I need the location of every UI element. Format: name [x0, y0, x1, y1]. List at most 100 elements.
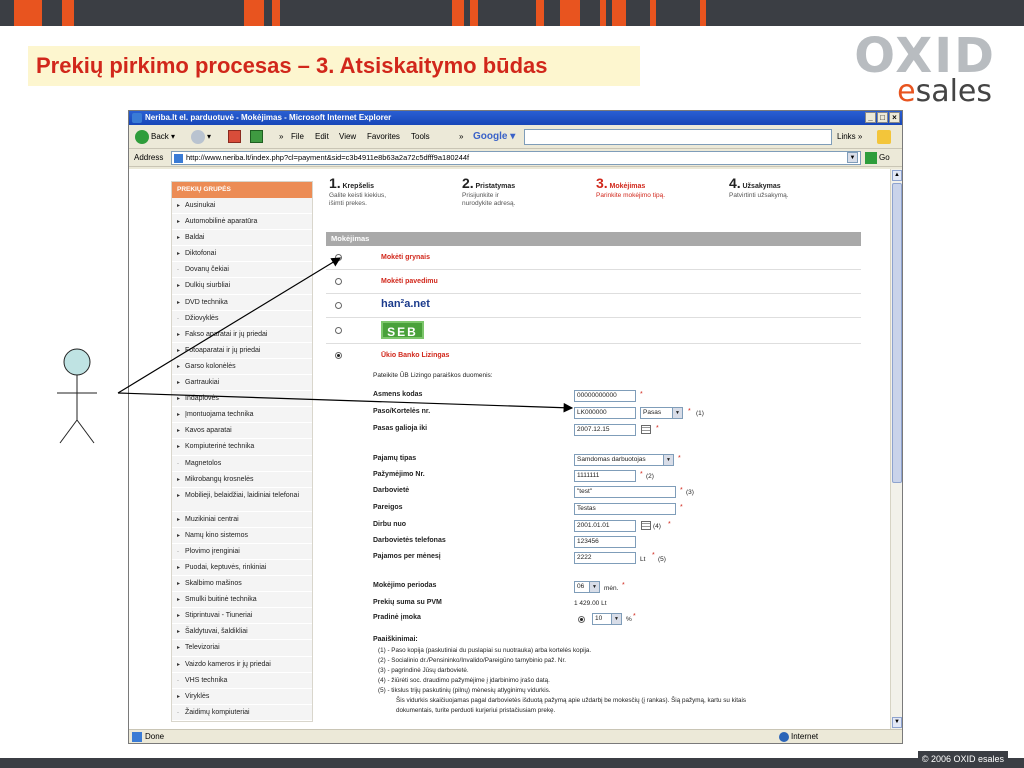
- input-pareigos[interactable]: Testas: [574, 503, 676, 515]
- category-item[interactable]: ▸ Indaplovės: [172, 391, 312, 408]
- input-pazymejimo-nr[interactable]: 1111111: [574, 470, 636, 482]
- payment-option-seb[interactable]: SEB: [326, 318, 861, 344]
- category-item[interactable]: ▸ Kompiuterinė technika: [172, 439, 312, 456]
- category-item[interactable]: ▸ Mobilieji, belaidžiai, laidiniai telefo…: [172, 488, 312, 512]
- address-dropdown-icon[interactable]: ▼: [847, 152, 858, 163]
- category-item[interactable]: ▸ Automobilinė aparatūra: [172, 214, 312, 231]
- address-input[interactable]: http://www.neriba.lt/index.php?cl=paymen…: [171, 151, 861, 165]
- transfer-radio[interactable]: [335, 278, 342, 285]
- step-basket[interactable]: 1. Krepšelis Galite keisti kiekius, išimt…: [329, 175, 459, 208]
- category-item[interactable]: · Džiovyklės: [172, 311, 312, 327]
- menu-tools[interactable]: Tools: [411, 125, 430, 149]
- category-item[interactable]: ▸ Kavos aparatai: [172, 423, 312, 440]
- select-down-payment[interactable]: 10 ▼: [592, 613, 622, 625]
- category-item[interactable]: ▸ Smulki buitinė technika: [172, 592, 312, 609]
- category-item[interactable]: ▸ Vaizdo kameros ir jų priedai: [172, 657, 312, 673]
- toolbar-chevron-icon[interactable]: »: [279, 125, 283, 149]
- category-item[interactable]: ▸ Fakso aparatai ir jų priedai: [172, 327, 312, 343]
- arrow-right-icon: ▸: [177, 492, 181, 499]
- menu-favorites[interactable]: Favorites: [367, 125, 400, 149]
- label-darbovietes-tel: Darbovietės telefonas: [373, 537, 446, 544]
- input-pajamos[interactable]: 2222: [574, 552, 636, 564]
- category-item[interactable]: ▸ Baldai: [172, 230, 312, 247]
- menu-view[interactable]: View: [339, 125, 356, 149]
- checkout-steps: 1. Krepšelis Galite keisti kiekius, išimt…: [329, 175, 869, 225]
- scroll-down-icon[interactable]: ▼: [892, 717, 902, 728]
- category-item[interactable]: ▸ Gartraukiai: [172, 375, 312, 392]
- arrow-right-icon: ▸: [177, 532, 181, 539]
- ukio-radio[interactable]: [335, 352, 342, 359]
- calendar-icon[interactable]: [641, 521, 651, 530]
- category-item[interactable]: · VHS technika: [172, 673, 312, 689]
- go-button[interactable]: Go: [865, 151, 890, 165]
- category-item[interactable]: · Žaidimų kompiuteriai: [172, 705, 312, 721]
- minimize-button[interactable]: _: [865, 112, 876, 123]
- arrow-right-icon: ▸: [177, 564, 181, 571]
- category-item[interactable]: ▸ Namų kino sistemos: [172, 528, 312, 544]
- input-paso-nr[interactable]: LK000000: [574, 407, 636, 419]
- category-item[interactable]: ▸ DVD technika: [172, 295, 312, 311]
- cash-radio[interactable]: [335, 254, 342, 261]
- maximize-button[interactable]: □: [877, 112, 888, 123]
- seb-radio[interactable]: [335, 327, 342, 334]
- category-item[interactable]: ▸ Muzikiniai centrai: [172, 512, 312, 528]
- category-item[interactable]: ▸ Mikrobangų krosnelės: [172, 472, 312, 488]
- step-payment: 3. Mokėjimas Parinkite mokėjimo tipą.: [596, 175, 665, 199]
- category-label: Gartraukiai: [185, 379, 220, 387]
- refresh-button[interactable]: [250, 130, 263, 144]
- category-item[interactable]: ▸ Garso kolonėlės: [172, 359, 312, 376]
- category-item[interactable]: ▸ Šaldytuvai, šaldikliai: [172, 624, 312, 641]
- slide-title-box: Prekių pirkimo procesas – 3. Atsiskaitym…: [28, 46, 640, 86]
- input-darboviete[interactable]: "test": [574, 486, 676, 498]
- category-item[interactable]: ▸ Fotoaparatai ir jų priedai: [172, 343, 312, 359]
- category-item[interactable]: ▸ Puodai, keptuvės, rinkiniai: [172, 560, 312, 577]
- category-item[interactable]: ▸ Dulkių siurbliai: [172, 278, 312, 295]
- category-item[interactable]: ▸ Televizoriai: [172, 640, 312, 657]
- bullet-icon: ·: [177, 460, 179, 467]
- top-bar: [0, 0, 1024, 26]
- stop-button[interactable]: [228, 130, 241, 144]
- input-darbovietes-tel[interactable]: 123456: [574, 536, 636, 548]
- category-item[interactable]: ▸ Įmontuojama technika: [172, 407, 312, 424]
- category-item[interactable]: ▸ Stiprintuvai - Tiuneriai: [172, 608, 312, 625]
- payment-option-hansa[interactable]: han²a.net: [326, 294, 861, 318]
- forward-button[interactable]: ▾: [191, 125, 211, 149]
- hansa-radio[interactable]: [335, 302, 342, 309]
- select-document-type[interactable]: Pasas ▼: [640, 407, 683, 419]
- menu-chevron-icon[interactable]: »: [459, 125, 463, 149]
- category-item[interactable]: · Magnetolos: [172, 456, 312, 472]
- select-income-type[interactable]: Samdomas darbuotojas ▼: [574, 454, 674, 466]
- google-toolbar-button[interactable]: Google ▾: [473, 129, 521, 145]
- input-paso-galioja[interactable]: 2007.12.15: [574, 424, 636, 436]
- imoka-radio[interactable]: [578, 616, 585, 623]
- payment-option-cash[interactable]: Mokėti grynais: [326, 246, 861, 270]
- explanation-line: (2) - Socialinio dr./Pensininko/Invalido…: [378, 657, 566, 664]
- step-delivery[interactable]: 2. Pristatymas Prisijunkite ir nurodykite…: [462, 175, 592, 208]
- select-period[interactable]: 06 ▼: [574, 581, 600, 593]
- menu-file[interactable]: File: [291, 125, 304, 149]
- dropdown-arrow-icon: ▼: [672, 408, 682, 418]
- links-button[interactable]: Links »: [837, 125, 862, 149]
- category-item[interactable]: ▸ Diktofonai: [172, 246, 312, 263]
- category-item[interactable]: · Dovanų čekiai: [172, 262, 312, 279]
- google-search-input[interactable]: [524, 129, 832, 145]
- menu-edit[interactable]: Edit: [315, 125, 329, 149]
- payment-option-transfer[interactable]: Mokėti pavedimu: [326, 270, 861, 294]
- vertical-scrollbar[interactable]: ▲ ▼: [890, 169, 902, 729]
- category-item[interactable]: ▸ Viryklės: [172, 689, 312, 705]
- category-item[interactable]: · Plovimo įrenginiai: [172, 544, 312, 560]
- scroll-thumb[interactable]: [892, 183, 902, 483]
- req-mark: *: [688, 408, 691, 415]
- category-heading: PREKIŲ GRUPĖS: [172, 182, 312, 198]
- calendar-icon[interactable]: [641, 425, 651, 434]
- input-asmens-kodas[interactable]: 00000000000: [574, 390, 636, 402]
- close-button[interactable]: ×: [889, 112, 900, 123]
- scroll-up-icon[interactable]: ▲: [892, 170, 902, 181]
- category-label: Skalbimo mašinos: [185, 580, 242, 588]
- input-dirbu-nuo[interactable]: 2001.01.01: [574, 520, 636, 532]
- ukio-intro: Pateikite ŪB Lizingo paraiškos duomenis:: [373, 372, 493, 379]
- category-item[interactable]: ▸ Ausinukai: [172, 198, 312, 215]
- back-button[interactable]: Back ▾: [135, 125, 175, 149]
- dropdown-arrow-icon: ▼: [589, 582, 599, 592]
- category-item[interactable]: ▸ Skalbimo mašinos: [172, 576, 312, 593]
